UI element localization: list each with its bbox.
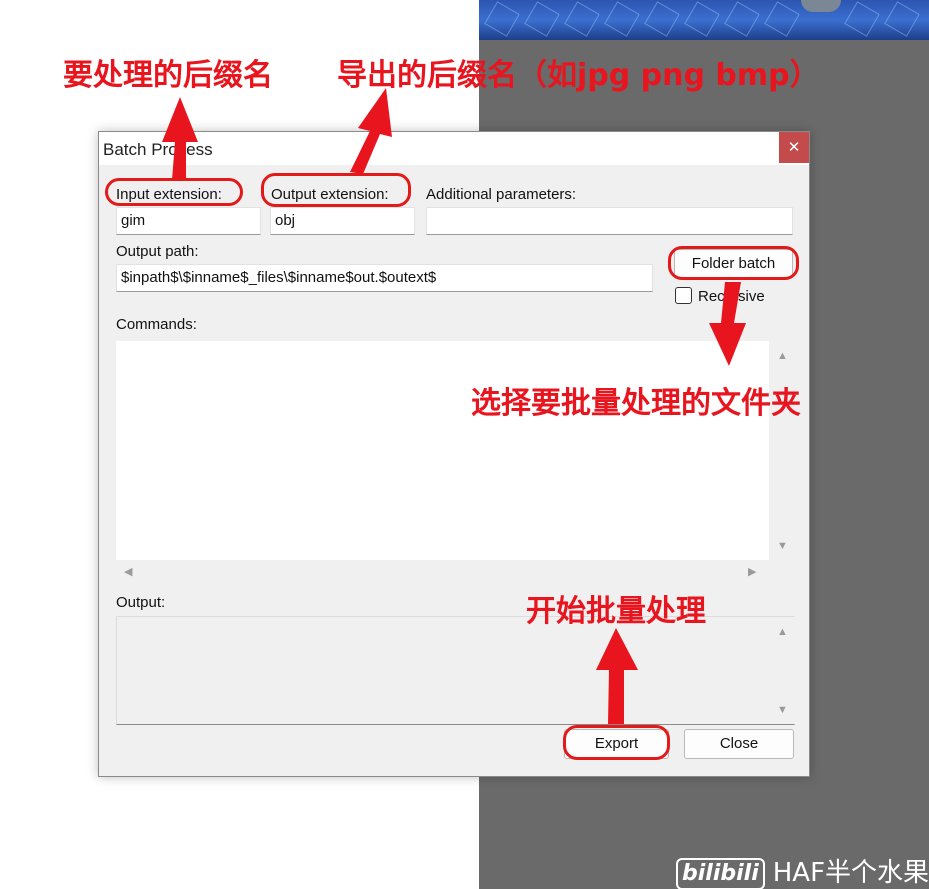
bilibili-logo: bilibili [676, 857, 765, 889]
annotation-export: 开始批量处理 [526, 594, 706, 629]
arrow-to-folder-batch [709, 282, 746, 366]
arrow-to-output-extension [350, 88, 392, 174]
annotation-arrows [162, 88, 746, 724]
annotation-folder: 选择要批量处理的文件夹 [471, 386, 801, 421]
annotation-output-ext: 导出的后缀名（如jpg png bmp） [337, 58, 820, 93]
arrow-to-export [596, 628, 638, 724]
watermark-text: HAF半个水果 [772, 858, 929, 888]
annotation-input-ext: 要处理的后缀名 [63, 58, 273, 93]
watermark: bilibili HAF半个水果 [676, 852, 929, 889]
arrow-to-input-extension [162, 97, 198, 180]
